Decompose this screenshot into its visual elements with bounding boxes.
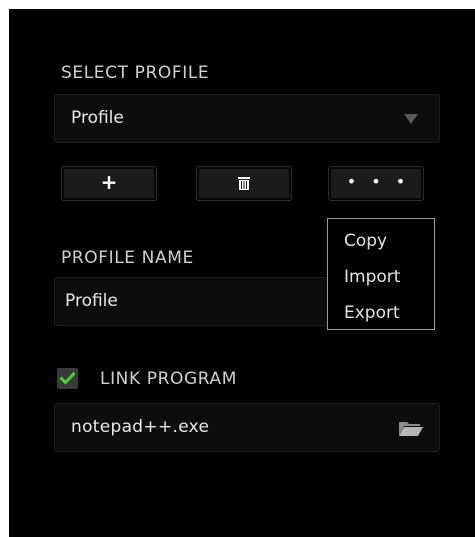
link-program-label: LINK PROGRAM: [100, 369, 237, 389]
profile-panel: SELECT PROFILE Profile + • • • PROFILE N…: [9, 9, 475, 537]
more-options-button[interactable]: • • •: [328, 166, 424, 201]
menu-item-copy[interactable]: Copy: [344, 231, 387, 251]
link-program-checkbox[interactable]: [57, 368, 78, 389]
folder-icon[interactable]: [398, 420, 424, 437]
add-profile-button[interactable]: +: [61, 166, 157, 201]
profile-dropdown-value: Profile: [71, 108, 124, 128]
linked-program-value: notepad++.exe: [71, 417, 210, 437]
profile-options-menu: Copy Import Export: [327, 218, 435, 330]
menu-item-import[interactable]: Import: [344, 267, 400, 287]
profile-dropdown[interactable]: Profile: [54, 94, 440, 143]
menu-item-export[interactable]: Export: [344, 303, 400, 323]
linked-program-field[interactable]: notepad++.exe: [54, 403, 440, 452]
caret-down-icon: [404, 114, 418, 124]
profile-name-value: Profile: [65, 291, 118, 311]
more-dots-icon: • • •: [346, 172, 411, 191]
check-icon: [60, 372, 75, 385]
profile-name-label: PROFILE NAME: [61, 248, 194, 268]
profile-name-input[interactable]: Profile: [54, 277, 327, 326]
delete-profile-button[interactable]: [196, 166, 292, 201]
trash-icon: [238, 177, 250, 190]
plus-icon: +: [100, 170, 118, 194]
select-profile-label: SELECT PROFILE: [61, 63, 210, 83]
